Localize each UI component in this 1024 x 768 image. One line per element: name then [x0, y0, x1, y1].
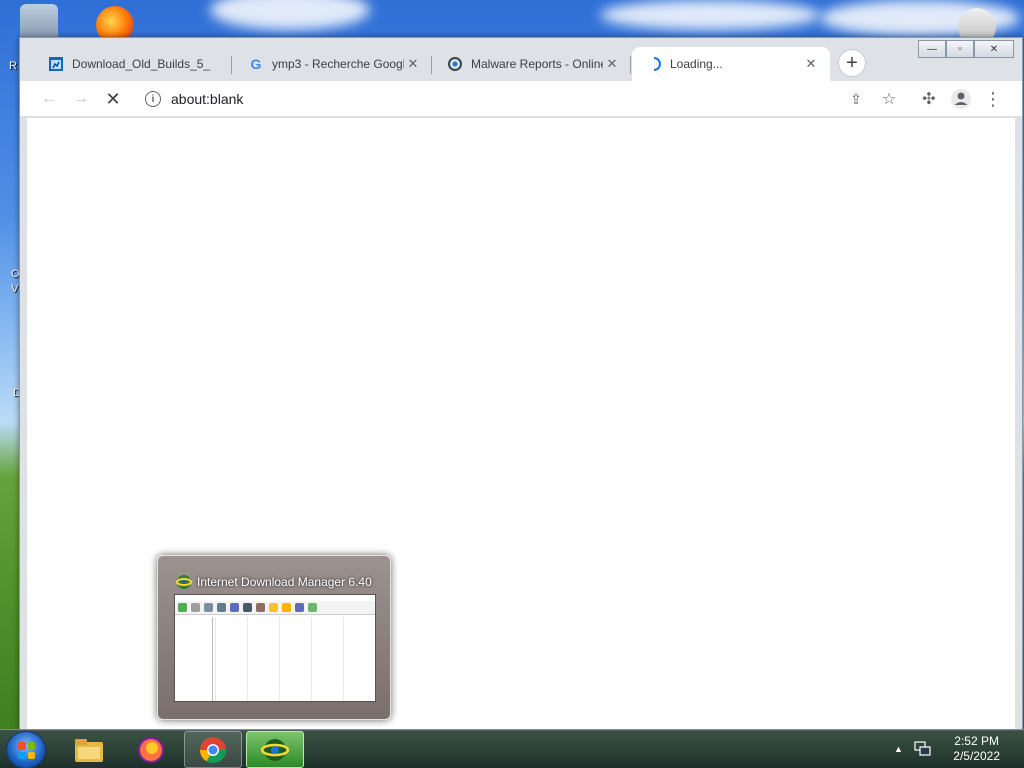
- idm-icon: [176, 574, 192, 590]
- forward-icon[interactable]: →: [68, 87, 94, 111]
- clock-date: 2/5/2022: [953, 749, 1000, 763]
- extensions-icon[interactable]: ✣: [916, 87, 942, 111]
- thumbnail-title: Internet Download Manager 6.40: [176, 574, 372, 590]
- start-button[interactable]: [6, 731, 46, 768]
- profile-icon[interactable]: [948, 87, 974, 111]
- tab-download-old-builds[interactable]: Download_Old_Builds_5_: [34, 47, 232, 81]
- cloud: [210, 0, 370, 30]
- windows-logo-icon: [18, 742, 35, 759]
- cloud: [600, 0, 820, 30]
- browser-toolbar: ← → ✕ i about:blank ⇪ ☆ ✣ ⋮: [20, 81, 1022, 117]
- clock-time: 2:52 PM: [954, 734, 999, 748]
- desktop-label: R: [9, 60, 17, 72]
- menu-icon[interactable]: ⋮: [980, 87, 1006, 111]
- firefox-icon[interactable]: [122, 731, 180, 768]
- bookmark-star-icon[interactable]: ☆: [876, 87, 902, 111]
- minimize-button[interactable]: —: [918, 40, 946, 58]
- tab-title: ymp3 - Recherche Googl: [272, 57, 404, 71]
- file-explorer-icon[interactable]: [60, 731, 118, 768]
- thumbnail-title-text: Internet Download Manager 6.40: [197, 575, 372, 589]
- tab-strip: Download_Old_Builds_5_ G ymp3 - Recherch…: [20, 38, 1022, 82]
- site-info-icon[interactable]: i: [145, 91, 161, 107]
- tab-malware-reports[interactable]: Malware Reports - Online ✕: [433, 47, 631, 81]
- chrome-icon[interactable]: [184, 731, 242, 768]
- share-icon[interactable]: ⇪: [843, 87, 869, 111]
- idm-taskbar-icon[interactable]: [246, 731, 304, 768]
- address-bar[interactable]: i about:blank: [137, 85, 1005, 113]
- malware-reports-icon: [447, 56, 463, 72]
- tray-expand-icon[interactable]: ▲: [894, 744, 903, 754]
- desktop-label: V: [11, 283, 19, 295]
- preview-toolbar: [175, 601, 375, 615]
- close-window-button[interactable]: ✕: [974, 40, 1014, 58]
- tab-close-icon[interactable]: ✕: [404, 56, 422, 72]
- tab-ymp3-google[interactable]: G ymp3 - Recherche Googl ✕: [234, 47, 432, 81]
- system-clock[interactable]: 2:52 PM 2/5/2022: [953, 734, 1000, 764]
- loading-spinner-icon: [646, 56, 662, 72]
- preview-list: [215, 617, 375, 701]
- tab-close-icon[interactable]: ✕: [603, 56, 621, 72]
- tab-title: Download_Old_Builds_5_: [72, 57, 211, 71]
- idm-window-preview: [174, 594, 376, 702]
- network-icon[interactable]: [914, 741, 932, 760]
- address-text[interactable]: about:blank: [171, 91, 243, 107]
- back-icon[interactable]: ←: [36, 87, 62, 111]
- google-g-icon: G: [250, 56, 262, 72]
- tab-close-icon[interactable]: ✕: [802, 56, 820, 72]
- spreadsheet-icon: [48, 56, 64, 72]
- taskbar-thumbnail-preview[interactable]: Internet Download Manager 6.40: [157, 555, 391, 720]
- tab-title: Loading...: [670, 57, 723, 71]
- tab-title: Malware Reports - Online: [471, 57, 603, 71]
- tab-loading[interactable]: Loading... ✕: [632, 47, 830, 81]
- maximize-button[interactable]: ▫: [946, 40, 974, 58]
- taskbar: ▲ 2:52 PM 2/5/2022: [0, 729, 1024, 768]
- preview-sidebar: [175, 617, 213, 701]
- stop-loading-icon[interactable]: ✕: [100, 87, 126, 111]
- new-tab-button[interactable]: +: [838, 49, 866, 77]
